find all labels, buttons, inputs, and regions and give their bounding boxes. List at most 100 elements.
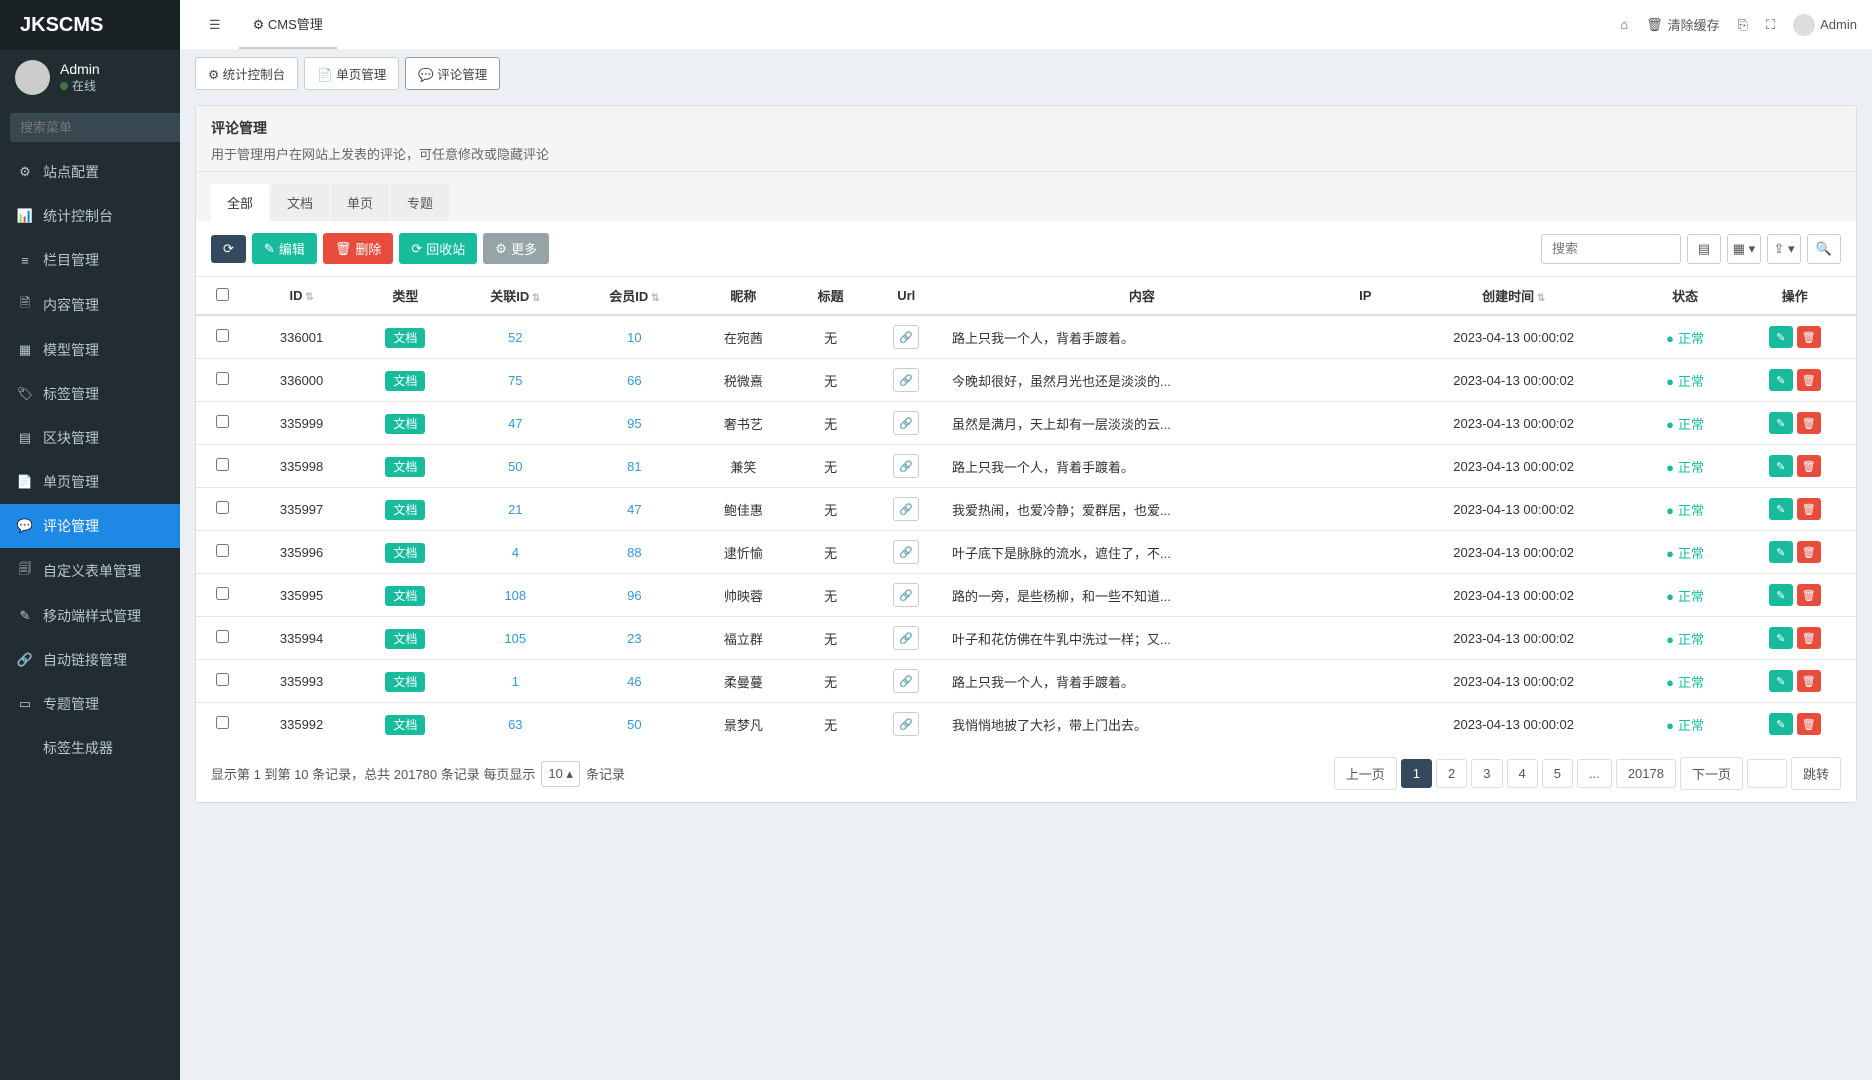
- column-header[interactable]: 标题: [793, 277, 869, 316]
- page-button[interactable]: 4: [1507, 759, 1538, 788]
- row-checkbox[interactable]: [216, 630, 229, 643]
- row-delete-button[interactable]: 🗑: [1797, 670, 1821, 692]
- next-button[interactable]: 下一页: [1680, 757, 1743, 790]
- rel-link[interactable]: 105: [504, 631, 526, 646]
- toolbar-button[interactable]: 💬 评论管理: [405, 57, 500, 90]
- sidebar-item[interactable]: 📄单页管理: [0, 460, 180, 504]
- column-header[interactable]: 操作: [1734, 277, 1856, 316]
- toolbar-button[interactable]: 📄 单页管理: [304, 57, 399, 90]
- rel-link[interactable]: 108: [504, 588, 526, 603]
- url-button[interactable]: 🔗: [893, 540, 919, 564]
- column-header[interactable]: [196, 277, 248, 316]
- row-delete-button[interactable]: 🗑: [1797, 584, 1821, 606]
- select-all-checkbox[interactable]: [216, 288, 229, 301]
- row-checkbox[interactable]: [216, 716, 229, 729]
- sub-tab[interactable]: 专题: [391, 184, 449, 221]
- recycle-button[interactable]: ⟳ 回收站: [399, 233, 477, 264]
- row-edit-button[interactable]: ✎: [1769, 670, 1793, 692]
- grid-icon[interactable]: ▦ ▾: [1727, 234, 1761, 264]
- user-menu[interactable]: Admin: [1793, 14, 1857, 36]
- url-button[interactable]: 🔗: [893, 712, 919, 736]
- avatar[interactable]: [15, 60, 50, 95]
- cache-icon[interactable]: ⎘: [1738, 17, 1748, 33]
- page-input[interactable]: [1747, 759, 1787, 788]
- rel-link[interactable]: 75: [508, 373, 522, 388]
- brand-logo[interactable]: JKSCMS: [0, 0, 180, 50]
- column-header[interactable]: 内容: [944, 277, 1340, 316]
- row-delete-button[interactable]: 🗑: [1797, 369, 1821, 391]
- rel-link[interactable]: 4: [512, 545, 519, 560]
- member-link[interactable]: 46: [627, 674, 641, 689]
- row-edit-button[interactable]: ✎: [1769, 412, 1793, 434]
- row-delete-button[interactable]: 🗑: [1797, 498, 1821, 520]
- row-edit-button[interactable]: ✎: [1769, 627, 1793, 649]
- column-header[interactable]: 会员ID: [575, 277, 694, 316]
- refresh-button[interactable]: ⟳: [211, 235, 246, 263]
- table-search-input[interactable]: [1541, 234, 1681, 264]
- clear-cache[interactable]: 🗑 清除缓存: [1646, 15, 1720, 34]
- row-delete-button[interactable]: 🗑: [1797, 713, 1821, 735]
- row-delete-button[interactable]: 🗑: [1797, 326, 1821, 348]
- toolbar-button[interactable]: ⚙ 统计控制台: [195, 57, 298, 90]
- sidebar-item[interactable]: 🗐自定义表单管理: [0, 548, 180, 594]
- sidebar-item[interactable]: 🔗自动链接管理: [0, 638, 180, 682]
- member-link[interactable]: 81: [627, 459, 641, 474]
- page-button[interactable]: ...: [1577, 759, 1612, 788]
- sidebar-item[interactable]: 🗎内容管理: [0, 282, 180, 328]
- column-header[interactable]: Url: [868, 277, 944, 316]
- row-delete-button[interactable]: 🗑: [1797, 627, 1821, 649]
- row-checkbox[interactable]: [216, 415, 229, 428]
- advanced-search-icon[interactable]: 🔍: [1807, 234, 1841, 264]
- home-icon[interactable]: ⌂: [1620, 17, 1628, 32]
- url-button[interactable]: 🔗: [893, 325, 919, 349]
- page-button[interactable]: 20178: [1616, 759, 1676, 788]
- member-link[interactable]: 47: [627, 502, 641, 517]
- sidebar-item[interactable]: 标签生成器: [0, 726, 180, 770]
- page-button[interactable]: 2: [1436, 759, 1467, 788]
- column-header[interactable]: 关联ID: [456, 277, 575, 316]
- rel-link[interactable]: 63: [508, 717, 522, 732]
- sub-tab[interactable]: 单页: [331, 184, 389, 221]
- url-button[interactable]: 🔗: [893, 368, 919, 392]
- row-delete-button[interactable]: 🗑: [1797, 541, 1821, 563]
- member-link[interactable]: 23: [627, 631, 641, 646]
- export-icon[interactable]: ⇪ ▾: [1767, 234, 1801, 264]
- topnav-tab[interactable]: ⚙ CMS管理: [239, 0, 337, 49]
- page-button[interactable]: 1: [1401, 759, 1432, 788]
- columns-icon[interactable]: ▤: [1687, 234, 1721, 264]
- sidebar-item[interactable]: ▦模型管理: [0, 328, 180, 372]
- fullscreen-icon[interactable]: ⛶: [1766, 17, 1775, 33]
- member-link[interactable]: 88: [627, 545, 641, 560]
- row-checkbox[interactable]: [216, 501, 229, 514]
- row-edit-button[interactable]: ✎: [1769, 541, 1793, 563]
- row-checkbox[interactable]: [216, 329, 229, 342]
- column-header[interactable]: 类型: [355, 277, 456, 316]
- rel-link[interactable]: 47: [508, 416, 522, 431]
- member-link[interactable]: 95: [627, 416, 641, 431]
- url-button[interactable]: 🔗: [893, 583, 919, 607]
- sidebar-item[interactable]: 🏷标签管理: [0, 372, 180, 416]
- row-delete-button[interactable]: 🗑: [1797, 455, 1821, 477]
- sidebar-item[interactable]: ▤区块管理: [0, 416, 180, 460]
- row-checkbox[interactable]: [216, 544, 229, 557]
- column-header[interactable]: 创建时间: [1391, 277, 1637, 316]
- sidebar-item[interactable]: ≡栏目管理: [0, 238, 180, 282]
- rel-link[interactable]: 50: [508, 459, 522, 474]
- delete-button[interactable]: 🗑 删除: [323, 233, 394, 264]
- sidebar-item[interactable]: 📊统计控制台: [0, 194, 180, 238]
- member-link[interactable]: 66: [627, 373, 641, 388]
- sub-tab[interactable]: 全部: [211, 184, 269, 221]
- rel-link[interactable]: 1: [512, 674, 519, 689]
- rel-link[interactable]: 52: [508, 330, 522, 345]
- rel-link[interactable]: 21: [508, 502, 522, 517]
- prev-button[interactable]: 上一页: [1334, 757, 1397, 790]
- column-header[interactable]: ID: [248, 277, 355, 316]
- row-checkbox[interactable]: [216, 372, 229, 385]
- per-page-select[interactable]: 10 ▴: [541, 761, 580, 787]
- url-button[interactable]: 🔗: [893, 411, 919, 435]
- search-input[interactable]: [10, 113, 180, 142]
- row-edit-button[interactable]: ✎: [1769, 713, 1793, 735]
- jump-button[interactable]: 跳转: [1791, 757, 1841, 790]
- sub-tab[interactable]: 文档: [271, 184, 329, 221]
- row-checkbox[interactable]: [216, 673, 229, 686]
